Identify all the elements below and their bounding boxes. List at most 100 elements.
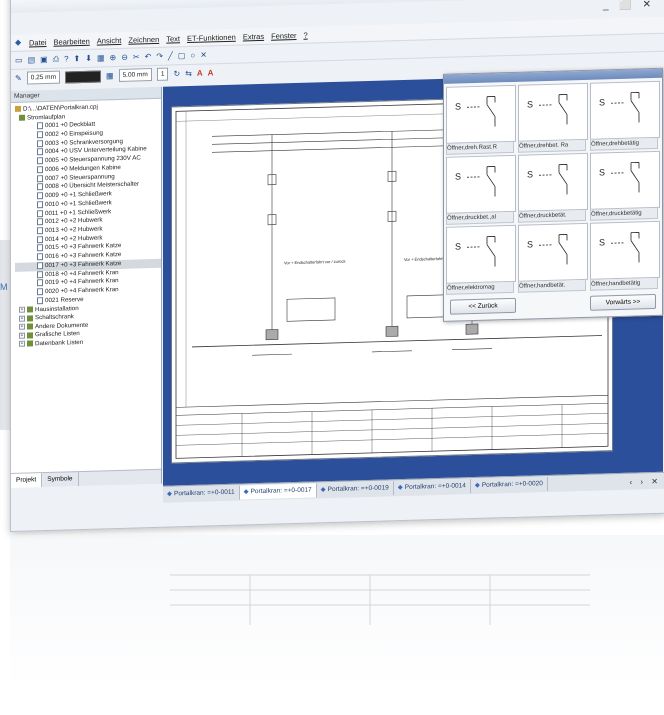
- page-icon: [37, 174, 43, 182]
- svg-text:S: S: [599, 167, 605, 177]
- menu-fenster[interactable]: Fenster: [271, 30, 296, 40]
- page-icon: [37, 148, 43, 156]
- grid-size-icon: ▦: [106, 71, 114, 81]
- doc-tab-0011[interactable]: ◆ Portalkran: =+0-0011: [163, 485, 240, 502]
- doc-tab-0020[interactable]: ◆ Portalkran: =+0-0020: [470, 476, 548, 494]
- symbol-label: Öffner,elektromag: [446, 281, 514, 295]
- switch-symbol-icon: S: [518, 222, 588, 282]
- undo-icon[interactable]: ↶: [145, 52, 152, 61]
- menu-zeichnen[interactable]: Zeichnen: [128, 34, 159, 44]
- circle-tool-icon[interactable]: ○: [190, 51, 195, 60]
- back-button[interactable]: << Zurück: [450, 297, 516, 315]
- doc-tab-0014[interactable]: ◆ Portalkran: =+0-0014: [393, 479, 471, 496]
- switch-symbol-icon: S: [518, 152, 588, 212]
- document-icon: ◆: [474, 481, 480, 490]
- switch-symbol-icon: S: [590, 150, 660, 210]
- color-select[interactable]: [65, 69, 101, 83]
- menu-et-funktionen[interactable]: ET-Funktionen: [187, 32, 236, 42]
- page-icon: [37, 279, 43, 287]
- manager-panel: Manager D:\...\DATEN\Portalkran.cpj Stro…: [11, 86, 162, 488]
- title-bar: [11, 0, 664, 13]
- manager-tabs: Projekt Symbole: [11, 468, 161, 488]
- line-width-select[interactable]: 0.25 mm: [26, 70, 60, 85]
- svg-text:S: S: [455, 171, 461, 181]
- page-icon: [37, 270, 43, 278]
- mirror-icon[interactable]: ⇆: [185, 69, 192, 78]
- symbol-tile[interactable]: S Öffner,handbetätig: [590, 220, 660, 291]
- symbol-tile[interactable]: S Öffner,druckbetätig: [590, 150, 660, 221]
- print-icon[interactable]: ⎙: [53, 54, 59, 64]
- menu-datei[interactable]: Datei: [29, 37, 47, 46]
- delete-icon[interactable]: ✕: [200, 50, 207, 59]
- symbol-tile[interactable]: S Öffner,drehbetätig: [590, 80, 660, 151]
- save-icon[interactable]: ▣: [40, 55, 48, 64]
- switch-symbol-icon: S: [446, 84, 516, 144]
- tab-navigation[interactable]: ‹ › ✕: [630, 476, 664, 486]
- symbol-tile[interactable]: S Öffner,handbetät.: [518, 222, 588, 293]
- schematic-note-left: Vor + Endschalterfahrt vor / zurück: [284, 259, 345, 266]
- page-icon: [37, 262, 43, 270]
- zoom-in-icon[interactable]: ⊕: [110, 53, 117, 62]
- rectangle-tool-icon[interactable]: ▢: [178, 51, 186, 60]
- tab-symbole[interactable]: Symbole: [42, 472, 79, 488]
- menu-extras[interactable]: Extras: [243, 31, 264, 41]
- reflection-lines: [170, 574, 590, 625]
- doc-tab-0017[interactable]: ◆ Portalkran: =+0-0017: [239, 483, 317, 500]
- arrow-up-icon[interactable]: ⬆: [74, 54, 81, 63]
- new-file-icon[interactable]: ▭: [15, 56, 23, 65]
- switch-symbol-icon: S: [446, 224, 516, 284]
- text-tool-icon[interactable]: A: [197, 69, 203, 78]
- open-folder-icon[interactable]: ▤: [28, 55, 36, 64]
- menu-ansicht[interactable]: Ansicht: [97, 35, 122, 45]
- pen-icon[interactable]: ✎: [15, 74, 22, 83]
- symbol-label: Öffner,handbetät.: [518, 279, 586, 293]
- expand-icon[interactable]: +: [19, 315, 25, 322]
- redo-icon[interactable]: ↷: [156, 52, 163, 61]
- symbol-tile[interactable]: S Öffner,druckbetät.: [518, 152, 588, 223]
- menu-text[interactable]: Text: [166, 34, 180, 43]
- database-icon: [15, 106, 21, 113]
- expand-icon[interactable]: +: [19, 323, 25, 330]
- symbol-label: Öffner,druckbetätig: [590, 207, 658, 221]
- arrow-down-icon[interactable]: ⬇: [85, 54, 92, 63]
- text-size-icon[interactable]: A: [208, 68, 214, 77]
- line-tool-icon[interactable]: ╱: [168, 51, 173, 60]
- page-icon: [37, 209, 43, 217]
- page-icon: [37, 288, 43, 296]
- page-icon: [37, 192, 43, 200]
- expand-icon[interactable]: +: [19, 340, 25, 348]
- symbol-label: Öffner,drehbetätig: [590, 137, 658, 151]
- project-tree: D:\...\DATEN\Portalkran.cpj Stromlaufpla…: [11, 99, 161, 350]
- doc-tab-0019[interactable]: ◆ Portalkran: =+0-0019: [316, 481, 394, 498]
- expand-icon[interactable]: +: [19, 332, 25, 339]
- document-icon: ◆: [397, 484, 403, 492]
- page-icon: [37, 227, 43, 235]
- layer-select[interactable]: 1: [156, 67, 169, 81]
- tab-projekt[interactable]: Projekt: [11, 473, 43, 488]
- folder-icon: [19, 114, 25, 121]
- window-controls[interactable]: _ ⬜ ✕: [603, 0, 655, 11]
- symbol-tile[interactable]: S Öffner,drehbet. Ra: [518, 82, 588, 153]
- next-button[interactable]: Vorwärts >>: [590, 293, 656, 311]
- help-icon[interactable]: ?: [64, 54, 68, 63]
- symbol-palette: S Öffner,dreh.Rast.R S Öffner,drehbet. Ra S Ö…: [443, 67, 663, 322]
- symbol-tile[interactable]: S Öffner,dreh.Rast.R: [446, 84, 516, 155]
- menu-bearbeiten[interactable]: Bearbeiten: [54, 36, 90, 46]
- zoom-out-icon[interactable]: ⊖: [121, 53, 128, 62]
- app-menu-icon[interactable]: ◆: [15, 38, 25, 48]
- rotate-icon[interactable]: ↻: [173, 69, 180, 78]
- expand-icon[interactable]: +: [19, 306, 25, 313]
- cut-icon[interactable]: ✂: [133, 52, 140, 61]
- folder-icon: [27, 323, 33, 330]
- symbol-tile[interactable]: S Öffner,elektromag: [446, 224, 516, 295]
- grid-size-select[interactable]: 5.00 mm: [118, 68, 152, 82]
- document-icon: ◆: [320, 486, 326, 494]
- menu-help[interactable]: ?: [304, 30, 308, 39]
- switch-symbol-icon: S: [590, 220, 660, 280]
- grid-icon[interactable]: ▦: [97, 53, 105, 62]
- page-icon: [37, 139, 43, 147]
- symbol-tile[interactable]: S Öffner,druckbet.,al: [446, 154, 516, 225]
- page-icon: [37, 253, 43, 261]
- symbol-label: Öffner,drehbet. Ra: [518, 139, 586, 153]
- folder-icon: [27, 340, 33, 347]
